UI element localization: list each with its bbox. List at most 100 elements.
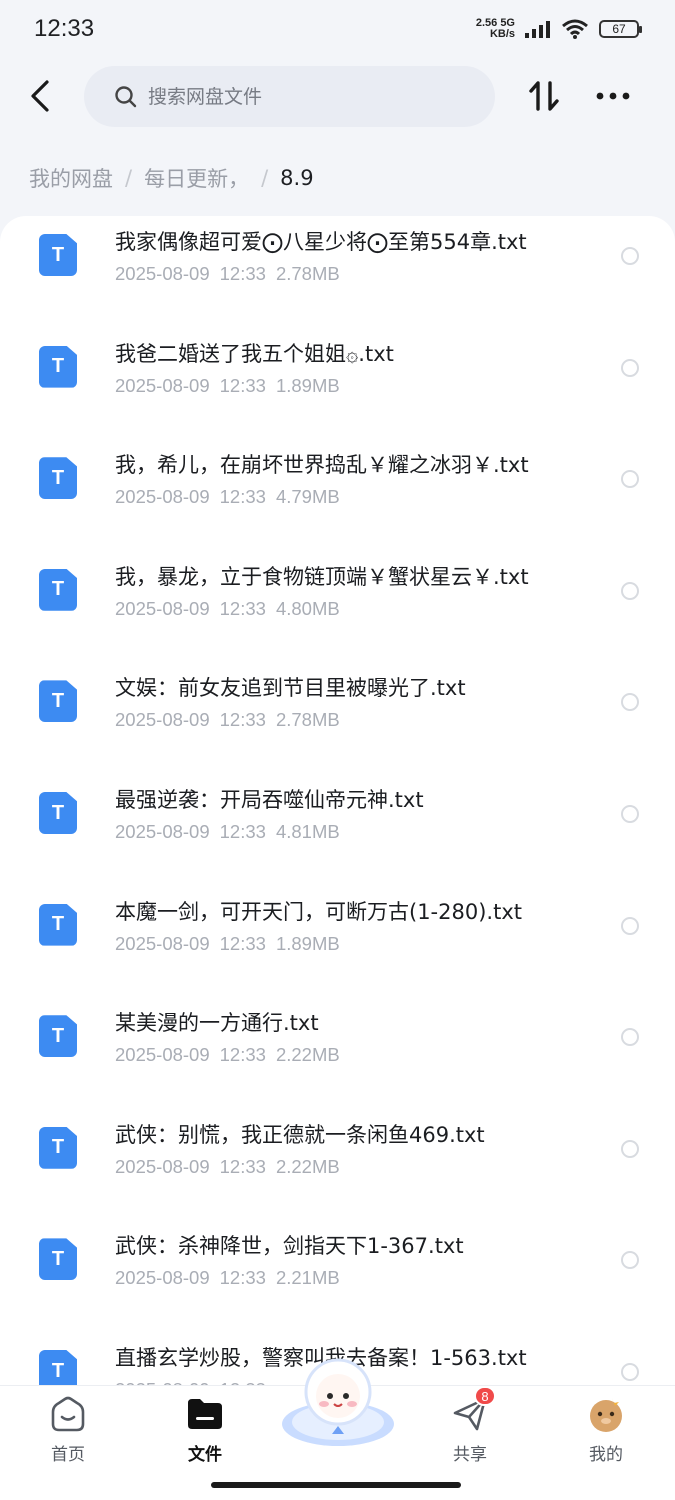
search-icon (115, 85, 137, 107)
file-meta: 2025-08-09 12:33 4.81MB (115, 821, 340, 843)
txt-file-icon: T (39, 1015, 77, 1058)
file-time: 12:33 (219, 486, 266, 508)
select-checkbox[interactable] (621, 358, 639, 377)
sort-button[interactable] (522, 76, 566, 116)
select-checkbox[interactable] (621, 470, 639, 489)
file-time: 12:33 (219, 1044, 266, 1066)
file-name: 文娱：前女友追到节目里被曝光了.txt (115, 676, 466, 701)
file-size: 4.80MB (275, 597, 340, 619)
more-button[interactable] (590, 76, 636, 116)
file-meta: 2025-08-09 12:33 1.89MB (115, 933, 340, 955)
file-list: T 我家偶像超可爱⨀八星少将⨀至第554章.txt 2025-08-09 12:33 2… (0, 216, 675, 1386)
file-date: 2025-08-09 (115, 263, 210, 284)
file-meta: 2025-08-09 12:33 2.22MB (115, 1156, 340, 1178)
file-type-letter: T (51, 913, 65, 936)
nav-mine-label: 我的 (589, 1445, 623, 1465)
file-date: 2025-08-09 (115, 1044, 210, 1066)
battery-icon: 67 (599, 20, 642, 38)
select-checkbox[interactable] (621, 1363, 639, 1381)
select-checkbox[interactable] (621, 1251, 639, 1270)
file-type-letter: T (51, 243, 65, 266)
file-date: 2025-08-09 (115, 709, 210, 731)
file-row[interactable]: T 我爸二婚送了我五个姐姐۞.txt 2025-08-09 12:33 1.89MB (0, 328, 675, 439)
file-row[interactable]: T 最强逆袭：开局吞噬仙帝元神.txt 2025-08-09 12:33 4.81MB (0, 774, 675, 885)
file-name: 本魔一剑，可开天门，可断万古(1-280).txt (115, 899, 522, 924)
txt-file-icon: T (39, 568, 77, 611)
select-checkbox[interactable] (621, 247, 639, 265)
file-time: 12:33 (219, 709, 266, 731)
file-meta: 2025-08-09 12:33 4.79MB (115, 486, 340, 508)
file-name: 某美漫的一方通行.txt (115, 1011, 319, 1036)
file-date: 2025-08-09 (115, 821, 210, 842)
file-row[interactable]: T 我家偶像超可爱⨀八星少将⨀至第554章.txt 2025-08-09 12:33 2… (0, 216, 675, 327)
nav-share-label: 共享 (453, 1445, 487, 1465)
file-date: 2025-08-09 (115, 1267, 210, 1289)
file-type-letter: T (51, 1024, 65, 1047)
file-type-letter: T (51, 1359, 65, 1382)
select-checkbox[interactable] (621, 581, 639, 600)
file-date: 2025-08-09 (115, 1379, 210, 1386)
file-row[interactable]: T 我，希儿，在崩坏世界捣乱￥耀之冰羽￥.txt 2025-08-09 12:33 4.… (0, 439, 675, 550)
txt-file-icon: T (39, 680, 77, 723)
select-checkbox[interactable] (621, 1028, 639, 1047)
file-row[interactable]: T 武侠：别慌，我正德就一条闲鱼469.txt 2025-08-09 12:33 2.2… (0, 1109, 675, 1220)
file-meta: 2025-08-09 12:33 2.78MB (115, 709, 340, 731)
select-checkbox[interactable] (621, 1139, 639, 1158)
nav-share[interactable]: 8 共享 (430, 1386, 510, 1465)
file-name: 最强逆袭：开局吞噬仙帝元神.txt (115, 788, 424, 812)
file-size: 2.21MB (275, 1267, 340, 1289)
file-time: 12:33 (219, 374, 266, 396)
nav-files-label: 文件 (188, 1445, 222, 1465)
select-checkbox[interactable] (621, 693, 639, 712)
wifi-icon (562, 19, 588, 39)
txt-file-icon: T (39, 345, 77, 388)
file-type-letter: T (51, 578, 65, 601)
home-icon (48, 1394, 88, 1434)
status-icons: 2.56 5G KB/s 67 (476, 18, 642, 40)
txt-file-icon: T (39, 1350, 77, 1386)
file-time: 12:33 (219, 597, 266, 619)
file-type-letter: T (51, 466, 65, 489)
file-type-letter: T (51, 1136, 65, 1159)
sort-icon (529, 81, 559, 111)
send-icon: 8 (450, 1386, 496, 1434)
file-size: 1.89MB (275, 374, 340, 396)
file-size: 2.78MB (275, 263, 340, 284)
nav-home[interactable]: 首页 (28, 1394, 108, 1465)
file-row[interactable]: T 文娱：前女友追到节目里被曝光了.txt 2025-08-09 12:33 2.78M… (0, 662, 675, 773)
file-time: 12:33 (219, 932, 266, 954)
file-size: 2.22MB (275, 1044, 340, 1066)
file-row[interactable]: T 武侠：杀神降世，剑指天下1-367.txt 2025-08-09 12:33 2.2… (0, 1220, 675, 1331)
file-meta: 2025-08-09 12:33 2.78MB (115, 263, 340, 285)
file-type-letter: T (51, 1247, 65, 1270)
breadcrumb-separator: / (261, 166, 269, 190)
network-speed: 2.56 5G KB/s (476, 18, 515, 40)
back-button[interactable] (20, 76, 60, 116)
file-time: 12:33 (219, 1155, 266, 1177)
mascot-icon (282, 1358, 394, 1446)
breadcrumb-root[interactable]: 我的网盘 (29, 163, 113, 193)
file-name: 我，希儿，在崩坏世界捣乱￥耀之冰羽￥.txt (115, 453, 529, 478)
file-row[interactable]: T 我，暴龙，立于食物链顶端￥蟹状星云￥.txt 2025-08-09 12:33 4.… (0, 551, 675, 662)
file-meta: 2025-08-09 12:33 2.22MB (115, 1044, 340, 1066)
search-input[interactable] (148, 85, 448, 108)
txt-file-icon: T (39, 234, 77, 276)
breadcrumb-parent[interactable]: 每日更新， (144, 163, 249, 193)
search-bar[interactable] (84, 66, 495, 127)
ai-assistant-button[interactable] (278, 1352, 398, 1452)
select-checkbox[interactable] (621, 805, 639, 823)
file-meta: 2025-08-09 12:33 2.21MB (115, 1267, 340, 1289)
folder-icon (185, 1394, 225, 1434)
file-time: 12:33 (219, 1267, 266, 1289)
file-meta: 2025-08-09 12:33 1.89MB (115, 375, 340, 397)
file-row[interactable]: T 本魔一剑，可开天门，可断万古(1-280).txt 2025-08-09 12:3… (0, 886, 675, 997)
nav-files[interactable]: 文件 (165, 1394, 245, 1465)
file-meta: 2025-08-09 12:33 4.80MB (115, 598, 340, 620)
select-checkbox[interactable] (621, 916, 639, 935)
nav-mine[interactable]: 我的 (566, 1394, 646, 1465)
avatar (586, 1394, 626, 1434)
file-name: 我爸二婚送了我五个姐姐۞.txt (115, 341, 394, 366)
file-row[interactable]: T 某美漫的一方通行.txt 2025-08-09 12:33 2.22MB (0, 997, 675, 1108)
home-indicator[interactable] (211, 1482, 461, 1488)
net-speed-unit: KB/s (489, 28, 515, 40)
